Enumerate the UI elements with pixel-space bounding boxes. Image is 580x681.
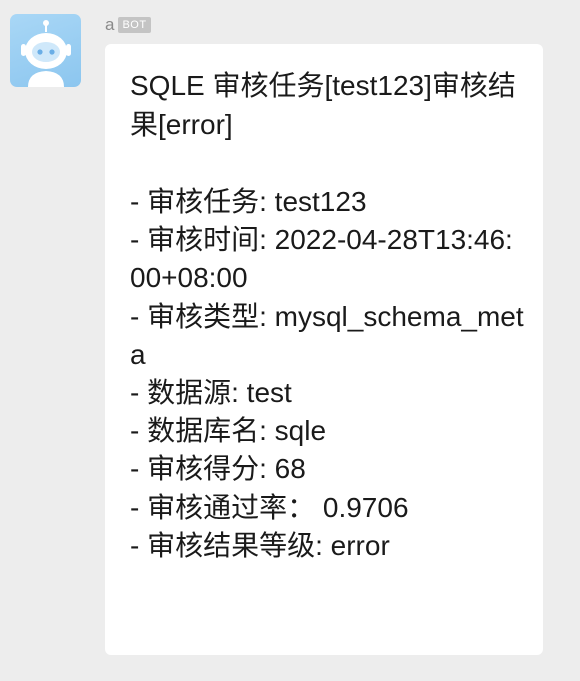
- message-line-task: - 审核任务: test123: [130, 186, 367, 217]
- message-line-score: - 审核得分: 68: [130, 453, 306, 485]
- message-line-time: - 审核时间: 2022-04-28T13:46:00+08:00: [130, 224, 513, 294]
- chat-message-row: a BOT SQLE 审核任务[test123]审核结果[error] - 审核…: [0, 0, 580, 681]
- sender-info: a BOT: [105, 14, 151, 36]
- message-line-database: - 数据库名: sqle: [130, 415, 327, 447]
- bot-badge: BOT: [118, 17, 151, 33]
- robot-icon: [21, 20, 71, 87]
- message-bubble[interactable]: SQLE 审核任务[test123]审核结果[error] - 审核任务: te…: [105, 44, 543, 655]
- message-title: SQLE 审核任务[test123]审核结果[error]: [130, 70, 516, 140]
- message-line-datasource: - 数据源: test: [130, 377, 292, 409]
- message-line-pass-rate: - 审核通过率： 0.9706: [130, 491, 409, 523]
- message-line-type: - 审核类型: mysql_schema_meta: [130, 300, 524, 370]
- sender-name: a: [105, 15, 115, 34]
- bot-avatar[interactable]: [10, 14, 81, 87]
- message-line-result-level: - 审核结果等级: error: [130, 529, 390, 561]
